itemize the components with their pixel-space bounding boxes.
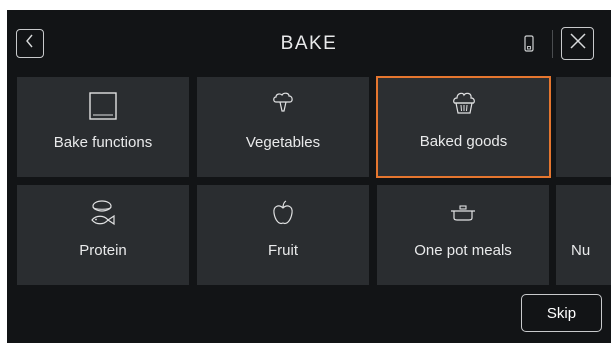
tile-protein[interactable]: Protein <box>17 185 189 285</box>
fish-icon <box>17 199 189 229</box>
tile-vegetables[interactable]: Vegetables <box>197 77 369 177</box>
tile-fruit[interactable]: Fruit <box>197 185 369 285</box>
tile-partial-row2[interactable]: Nu <box>556 185 611 285</box>
skip-button[interactable]: Skip <box>521 294 602 332</box>
tile-label: Vegetables <box>245 134 321 151</box>
close-button[interactable] <box>561 27 594 60</box>
tile-label: Protein <box>79 242 127 259</box>
oven-icon <box>17 91 189 121</box>
tile-label: Fruit <box>268 242 298 259</box>
tile-baked-goods[interactable]: Baked goods <box>376 76 551 178</box>
phone-icon[interactable] <box>524 35 534 52</box>
header-divider <box>552 30 553 58</box>
tile-one-pot-meals[interactable]: One pot meals <box>377 185 549 285</box>
close-icon <box>569 32 587 55</box>
apple-icon <box>197 199 369 227</box>
tile-bake-functions[interactable]: Bake functions <box>17 77 189 177</box>
tile-label: Bake functions <box>53 134 153 151</box>
tile-label: Baked goods <box>419 133 508 150</box>
header: BAKE <box>7 10 611 76</box>
muffin-icon <box>378 90 549 116</box>
tile-partial-row1[interactable] <box>556 77 611 177</box>
pot-icon <box>377 199 549 225</box>
broccoli-icon <box>197 91 369 115</box>
page-title: BAKE <box>280 33 338 54</box>
oven-screen: BAKE Bake functions Vegetables Baked goo… <box>7 10 611 343</box>
tile-label: Nu <box>571 242 591 259</box>
tile-label: One pot meals <box>414 242 512 259</box>
